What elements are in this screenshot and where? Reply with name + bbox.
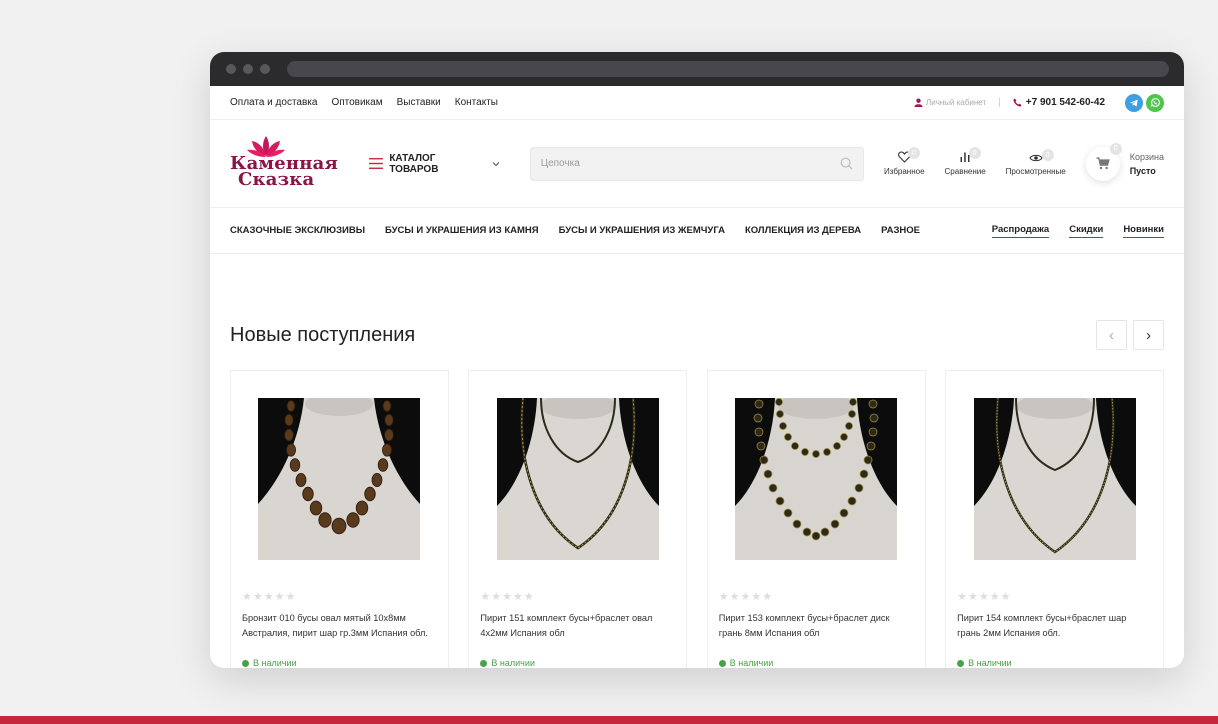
product-name[interactable]: Пирит 154 комплект бусы+браслет шар гран…	[957, 611, 1152, 641]
search-icon[interactable]	[840, 157, 853, 170]
favorites-button[interactable]: 0 Избранное	[883, 147, 925, 176]
stock-label: В наличии	[729, 658, 774, 668]
promo-new[interactable]: Новинки	[1123, 224, 1164, 238]
cart-status: Пусто	[1129, 165, 1156, 176]
product-name[interactable]: Пирит 151 комплект бусы+браслет овал 4х2…	[480, 611, 675, 641]
website: Оплата и доставка Оптовикам Выставки Кон…	[210, 86, 1184, 668]
nav-item-pearl[interactable]: БУСЫ И УКРАШЕНИЯ ИЗ ЖЕМЧУГА	[559, 225, 725, 236]
logo-text: Каменная Сказка	[230, 154, 338, 190]
product-image-pyrite-153[interactable]	[735, 398, 898, 560]
cart-label: Корзина	[1129, 151, 1164, 162]
address-bar[interactable]	[287, 61, 1169, 77]
logo-line-2: Сказка	[238, 168, 315, 190]
stock-label: В наличии	[491, 658, 535, 668]
window-dot	[243, 64, 253, 74]
window-dot	[226, 64, 236, 74]
carousel-arrows: ‹ ›	[1090, 320, 1164, 350]
search-box	[529, 146, 864, 181]
nav-item-wood[interactable]: КОЛЛЕКЦИЯ ИЗ ДЕРЕВА	[745, 225, 861, 236]
bottom-accent-bar	[0, 716, 1218, 724]
stock-label: В наличии	[253, 658, 297, 668]
phone-number: +7 901 542-60-42	[1025, 97, 1105, 108]
product-card[interactable]: ★★★★★ Бронзит 010 бусы овал мятый 10х8мм…	[230, 370, 449, 668]
carousel-next-button[interactable]: ›	[1133, 320, 1164, 350]
stock-status: В наличии	[480, 658, 675, 668]
topbar-link-delivery[interactable]: Оплата и доставка	[230, 97, 317, 108]
product-list: ★★★★★ Бронзит 010 бусы овал мятый 10х8мм…	[230, 370, 1164, 668]
topbar-link-wholesale[interactable]: Оптовикам	[331, 97, 382, 108]
eye-icon	[1029, 154, 1043, 162]
phone-icon	[1013, 98, 1022, 107]
product-card[interactable]: ★★★★★ Пирит 153 комплект бусы+браслет ди…	[706, 370, 926, 668]
stock-status: В наличии	[957, 658, 1152, 668]
check-icon	[718, 659, 726, 667]
phone-link[interactable]: +7 901 542-60-42	[1013, 97, 1105, 108]
main-nav: СКАЗОЧНЫЕ ЭКСКЛЮЗИВЫ БУСЫ И УКРАШЕНИЯ ИЗ…	[210, 208, 1184, 254]
favorites-label: Избранное	[883, 167, 925, 176]
product-card[interactable]: ★★★★★ Пирит 151 комплект бусы+браслет ов…	[468, 370, 688, 668]
promo-discounts[interactable]: Скидки	[1069, 224, 1104, 238]
carousel-prev-button[interactable]: ‹	[1096, 320, 1127, 350]
topbar-link-exhibitions[interactable]: Выставки	[397, 97, 441, 108]
compare-count: 0	[968, 147, 981, 159]
check-icon	[957, 659, 965, 667]
check-icon	[242, 659, 249, 667]
stock-status: В наличии	[242, 658, 437, 668]
top-bar: Оплата и доставка Оптовикам Выставки Кон…	[210, 86, 1184, 120]
product-image-bronzite-necklace[interactable]	[258, 398, 421, 560]
telegram-icon[interactable]	[1125, 93, 1143, 112]
product-name[interactable]: Бронзит 010 бусы овал мятый 10х8мм Австр…	[242, 611, 437, 641]
catalog-button[interactable]: КАТАЛОГ ТОВАРОВ	[369, 152, 500, 175]
topbar-link-contacts[interactable]: Контакты	[455, 97, 498, 108]
header-icons: 0 Избранное 0 Сравнение 0 Просмотренные	[883, 147, 1086, 176]
stock-label: В наличии	[968, 658, 1012, 668]
nav-item-exclusives[interactable]: СКАЗОЧНЫЕ ЭКСКЛЮЗИВЫ	[230, 225, 365, 236]
check-icon	[480, 659, 488, 667]
logo[interactable]: Каменная Сказка	[230, 134, 341, 194]
nav-item-misc[interactable]: РАЗНОЕ	[881, 225, 920, 236]
separator: |	[998, 97, 1001, 108]
chevron-down-icon	[492, 161, 500, 166]
new-arrivals-section: Новые поступления ‹ › ★★★★★ Бронзит 010 …	[210, 320, 1184, 668]
product-card[interactable]: ★★★★★ Пирит 154 комплект бусы+браслет ша…	[945, 370, 1164, 668]
whatsapp-icon[interactable]	[1146, 93, 1164, 112]
rating-stars[interactable]: ★★★★★	[719, 590, 914, 603]
menu-icon	[369, 158, 384, 169]
compare-button[interactable]: 0 Сравнение	[944, 147, 986, 176]
rating-stars[interactable]: ★★★★★	[242, 590, 437, 603]
rating-stars[interactable]: ★★★★★	[957, 590, 1152, 603]
section-header: Новые поступления ‹ ›	[230, 320, 1164, 350]
compare-label: Сравнение	[944, 167, 986, 176]
promo-sale[interactable]: Распродажа	[991, 224, 1050, 238]
product-name[interactable]: Пирит 153 комплект бусы+браслет диск гра…	[719, 611, 914, 641]
section-title: Новые поступления	[230, 323, 416, 346]
personal-cabinet-label: Личный кабинет	[925, 98, 987, 107]
cart-text: Корзина Пусто	[1130, 150, 1164, 178]
rating-stars[interactable]: ★★★★★	[480, 590, 675, 603]
user-icon	[914, 98, 923, 107]
cart-circle: 0	[1085, 142, 1122, 181]
stock-status: В наличии	[718, 658, 914, 668]
viewed-button[interactable]: 0 Просмотренные	[1005, 149, 1066, 176]
topbar-right: Личный кабинет | +7 901 542-60-42	[914, 93, 1164, 112]
favorites-count: 0	[907, 147, 920, 159]
personal-cabinet-link[interactable]: Личный кабинет	[914, 98, 986, 107]
cart-icon	[1096, 157, 1110, 170]
cart-count: 0	[1109, 142, 1122, 155]
nav-item-stone[interactable]: БУСЫ И УКРАШЕНИЯ ИЗ КАМНЯ	[385, 225, 539, 236]
viewed-label: Просмотренные	[1005, 167, 1066, 176]
cart-button[interactable]: 0 Корзина Пусто	[1085, 142, 1164, 181]
catalog-label: КАТАЛОГ ТОВАРОВ	[389, 152, 439, 175]
window-dot	[260, 64, 270, 74]
product-image-pyrite-154[interactable]	[973, 398, 1136, 560]
viewed-count: 0	[1041, 149, 1054, 161]
browser-window: Оплата и доставка Оптовикам Выставки Кон…	[210, 52, 1184, 668]
nav-promos: Распродажа Скидки Новинки	[972, 224, 1164, 238]
search-input[interactable]	[540, 158, 840, 169]
header: Каменная Сказка КАТАЛОГ ТОВАРОВ 0 Избран…	[210, 120, 1184, 208]
product-image-pyrite-151[interactable]	[496, 398, 659, 560]
browser-chrome	[210, 52, 1184, 86]
